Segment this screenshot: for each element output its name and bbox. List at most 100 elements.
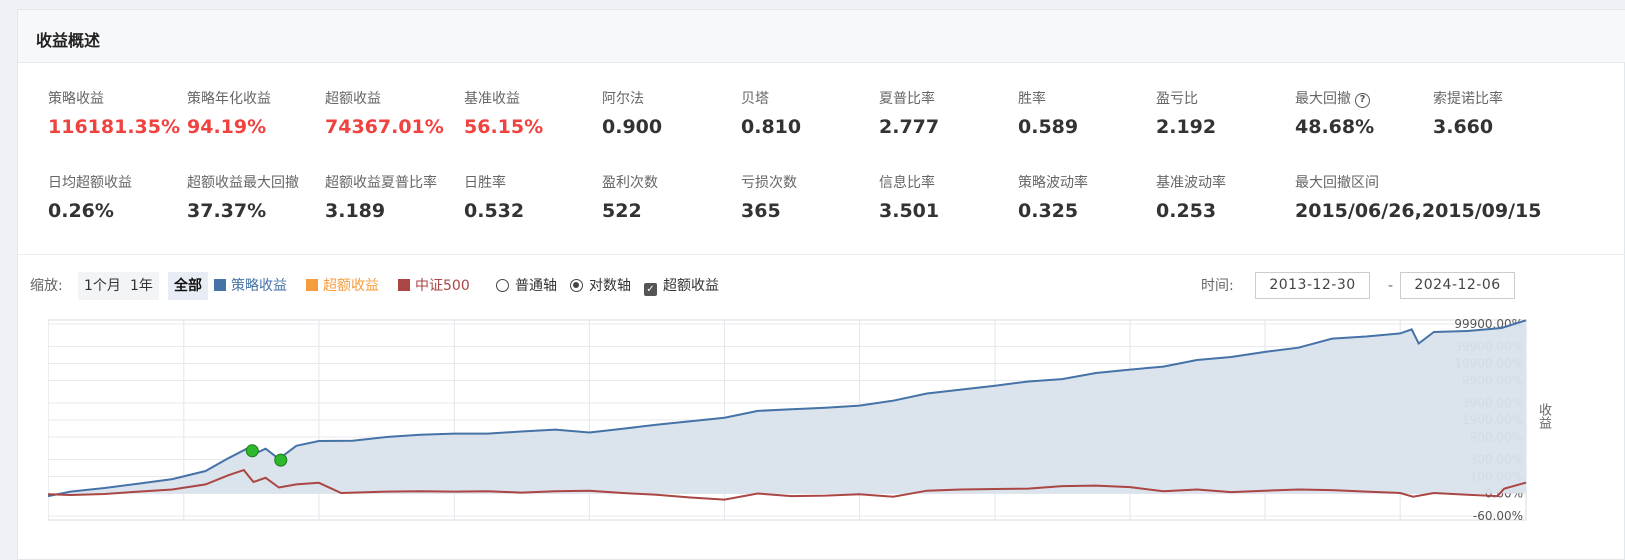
metric-value: 0.810 — [741, 116, 802, 138]
metric-label: 索提诺比率 — [1433, 91, 1503, 107]
metric-value: 0.26% — [48, 200, 114, 222]
metric-value: 2.777 — [879, 116, 940, 138]
metric-label: 策略年化收益 — [187, 91, 271, 107]
metric-value: 365 — [741, 200, 781, 222]
excess-checkbox[interactable]: ✓ 超额收益 — [644, 272, 719, 300]
metric-value: 37.37% — [187, 200, 267, 222]
metric-value: 0.900 — [602, 116, 663, 138]
legend-excess-label: 超额收益 — [323, 278, 379, 294]
metric-label: 超额收益 — [325, 91, 381, 107]
metric-label: 亏损次数 — [741, 175, 797, 191]
metric-label: 信息比率 — [879, 175, 935, 191]
radio-selected-icon — [570, 279, 583, 292]
metric-row2-9: 最大回撤区间 2015/06/26,2015/09/15 — [1295, 172, 1542, 222]
log-axis-radio[interactable]: 对数轴 — [570, 272, 631, 300]
metric-value: 116181.35% — [48, 116, 181, 138]
metric-value: 0.589 — [1018, 116, 1079, 138]
excess-checkbox-label: 超额收益 — [663, 278, 719, 294]
metric-value: 0.532 — [464, 200, 525, 222]
metric-row2-8: 基准波动率 0.253 — [1156, 172, 1296, 222]
metric-value: 3.660 — [1433, 116, 1494, 138]
metric-value: 3.501 — [879, 200, 940, 222]
y-tick-label: -60.00% — [1473, 509, 1523, 523]
metric-label: 盈利次数 — [602, 175, 658, 191]
divider — [18, 254, 1625, 255]
metric-label: 阿尔法 — [602, 91, 644, 107]
metric-value: 94.19% — [187, 116, 267, 138]
metric-row2-2: 超额收益夏普比率 3.189 — [325, 172, 465, 222]
metric-row1-4: 阿尔法 0.900 — [602, 88, 742, 138]
metric-label: 贝塔 — [741, 91, 769, 107]
metric-label: 策略收益 — [48, 91, 104, 107]
y-axis-label: 收益 — [1536, 403, 1551, 429]
metric-row2-7: 策略波动率 0.325 — [1018, 172, 1158, 222]
legend-strategy[interactable]: 策略收益 — [214, 272, 287, 300]
metric-row2-0: 日均超额收益 0.26% — [48, 172, 188, 222]
metric-label: 夏普比率 — [879, 91, 935, 107]
log-axis-label: 对数轴 — [589, 278, 631, 294]
date-separator: - — [1388, 278, 1394, 294]
metric-label: 最大回撤 — [1295, 91, 1351, 107]
time-label: 时间: — [1201, 278, 1234, 294]
metric-label: 基准收益 — [464, 91, 520, 107]
returns-overview-panel: 收益概述 策略收益 116181.35% 策略年化收益 94.19% 超额收益 74367… — [17, 9, 1625, 560]
zoom-1m-button[interactable]: 1个月 — [78, 272, 127, 300]
page: 收益概述 策略收益 116181.35% 策略年化收益 94.19% 超额收益 74367… — [0, 0, 1625, 560]
metric-label: 策略波动率 — [1018, 175, 1088, 191]
metric-label: 日胜率 — [464, 175, 506, 191]
legend-swatch-strategy — [214, 279, 226, 291]
metric-row1-10: 索提诺比率 3.660 — [1433, 88, 1573, 138]
legend-strategy-label: 策略收益 — [231, 278, 287, 294]
metric-row1-2: 超额收益 74367.01% — [325, 88, 465, 138]
metric-label: 超额收益最大回撤 — [187, 175, 299, 191]
linear-axis-radio[interactable]: 普通轴 — [496, 272, 557, 300]
metric-label: 胜率 — [1018, 91, 1046, 107]
trade-marker — [245, 444, 259, 458]
trade-marker — [274, 453, 288, 467]
metric-value: 2015/06/26,2015/09/15 — [1295, 200, 1542, 222]
metric-row2-4: 盈利次数 522 — [602, 172, 742, 222]
metric-value: 74367.01% — [325, 116, 444, 138]
legend-csi500-label: 中证500 — [415, 278, 470, 294]
panel-header: 收益概述 — [18, 10, 1625, 63]
metric-row1-0: 策略收益 116181.35% — [48, 88, 188, 138]
returns-chart: 99900.00%39900.00%19900.00%9900.00%3900.… — [48, 317, 1527, 523]
zoom-1y-button[interactable]: 1年 — [124, 272, 159, 300]
radio-icon — [496, 279, 509, 292]
metric-label: 超额收益夏普比率 — [325, 175, 437, 191]
help-icon[interactable]: ? — [1355, 93, 1370, 108]
metric-label: 日均超额收益 — [48, 175, 132, 191]
zoom-all-button[interactable]: 全部 — [168, 272, 208, 300]
date-from-input[interactable]: 2013-12-30 — [1255, 272, 1370, 299]
metric-label: 最大回撤区间 — [1295, 175, 1379, 191]
zoom-label: 缩放: — [30, 278, 63, 294]
metric-value: 0.325 — [1018, 200, 1079, 222]
metric-row2-6: 信息比率 3.501 — [879, 172, 1019, 222]
metric-value: 3.189 — [325, 200, 386, 222]
metric-row2-3: 日胜率 0.532 — [464, 172, 604, 222]
metric-value: 522 — [602, 200, 642, 222]
legend-swatch-excess — [306, 279, 318, 291]
metric-row1-6: 夏普比率 2.777 — [879, 88, 1019, 138]
date-to-input[interactable]: 2024-12-06 — [1400, 272, 1515, 299]
metric-value: 56.15% — [464, 116, 544, 138]
metric-label: 基准波动率 — [1156, 175, 1226, 191]
legend-csi500[interactable]: 中证500 — [398, 272, 470, 300]
metric-row2-5: 亏损次数 365 — [741, 172, 881, 222]
metric-label: 盈亏比 — [1156, 91, 1198, 107]
metric-row1-8: 盈亏比 2.192 — [1156, 88, 1296, 138]
metric-value: 48.68% — [1295, 116, 1375, 138]
chart-toolbar: 缩放: 1个月 1年 全部 策略收益 超额收益 中证500 普通轴 对数轴 ✓ 超… — [18, 272, 1625, 302]
linear-axis-label: 普通轴 — [515, 278, 557, 294]
metric-row2-1: 超额收益最大回撤 37.37% — [187, 172, 327, 222]
metric-row1-9: 最大回撤? 48.68% — [1295, 88, 1435, 138]
metric-row1-1: 策略年化收益 94.19% — [187, 88, 327, 138]
metric-label-row: 最大回撤? — [1295, 88, 1435, 108]
panel-title: 收益概述 — [36, 31, 101, 50]
legend-excess[interactable]: 超额收益 — [306, 272, 379, 300]
metric-value: 2.192 — [1156, 116, 1217, 138]
metric-row1-5: 贝塔 0.810 — [741, 88, 881, 138]
metric-value: 0.253 — [1156, 200, 1217, 222]
metric-row1-3: 基准收益 56.15% — [464, 88, 604, 138]
legend-swatch-csi500 — [398, 279, 410, 291]
